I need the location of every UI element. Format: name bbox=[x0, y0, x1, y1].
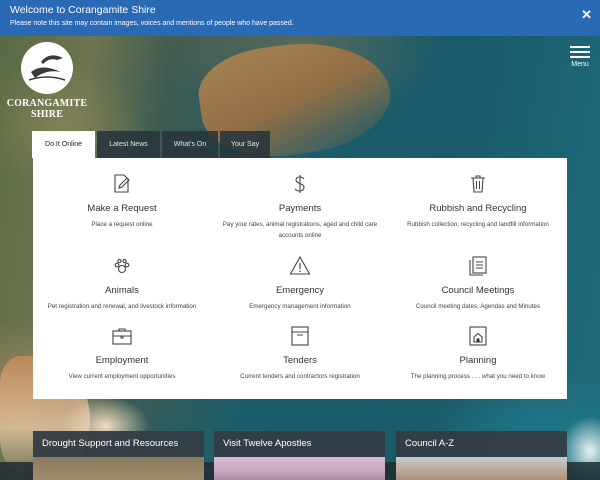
service-employment[interactable]: Employment View current employment oppor… bbox=[33, 324, 211, 382]
tile-drought-support[interactable]: Drought Support and Resources bbox=[33, 431, 204, 480]
edit-document-icon bbox=[114, 174, 130, 193]
service-tenders[interactable]: Tenders Current tenders and contractors … bbox=[211, 324, 389, 382]
tile-title: Council A-Z bbox=[396, 431, 567, 457]
briefcase-icon bbox=[112, 328, 132, 345]
warning-icon bbox=[289, 255, 311, 275]
tile-council-a-z[interactable]: Council A-Z bbox=[396, 431, 567, 480]
service-desc: The planning process . . . what you need… bbox=[410, 373, 546, 380]
logo-emblem bbox=[21, 42, 73, 94]
site-logo[interactable]: CORANGAMITE SHIRE bbox=[2, 42, 92, 120]
menu-button[interactable]: Menu bbox=[570, 46, 590, 68]
tile-image bbox=[33, 457, 204, 480]
tile-image bbox=[396, 457, 567, 480]
tab-do-it-online[interactable]: Do It Online bbox=[32, 131, 95, 158]
service-desc: Current tenders and contractors registra… bbox=[240, 373, 360, 380]
tab-whats-on[interactable]: What's On bbox=[162, 131, 218, 158]
service-title: Rubbish and Recycling bbox=[429, 203, 527, 214]
service-rubbish-recycling[interactable]: Rubbish and Recycling Rubbish collection… bbox=[389, 172, 567, 230]
service-title: Make a Request bbox=[87, 203, 157, 214]
notice-title: Welcome to Corangamite Shire bbox=[10, 4, 156, 16]
tender-box-icon bbox=[291, 326, 309, 346]
service-desc: Emergency management information bbox=[249, 303, 351, 310]
service-desc: View current employment opportunities bbox=[68, 373, 176, 380]
service-desc: Pet registration and renewal, and livest… bbox=[47, 303, 197, 310]
service-title: Planning bbox=[459, 355, 497, 366]
service-desc: Place a request online bbox=[91, 221, 153, 228]
notice-text: Please note this site may contain images… bbox=[10, 20, 294, 27]
hamburger-icon bbox=[570, 46, 590, 58]
service-title: Emergency bbox=[275, 285, 325, 296]
service-make-a-request[interactable]: Make a Request Place a request online bbox=[33, 172, 211, 230]
service-desc: Council meeting dates, Agendas and Minut… bbox=[415, 303, 541, 310]
logo-wordmark: CORANGAMITE SHIRE bbox=[2, 98, 92, 120]
services-panel: Make a Request Place a request online Pa… bbox=[33, 158, 567, 399]
service-desc: Rubbish collection, recycling and landfi… bbox=[407, 221, 549, 228]
tile-title: Visit Twelve Apostles bbox=[214, 431, 385, 457]
documents-icon bbox=[469, 256, 487, 276]
service-title: Animals bbox=[105, 285, 139, 296]
tile-image bbox=[214, 457, 385, 480]
dollar-icon bbox=[294, 175, 305, 193]
notice-banner: Welcome to Corangamite Shire Please note… bbox=[0, 0, 600, 36]
service-payments[interactable]: Payments Pay your rates, animal registra… bbox=[211, 172, 389, 241]
bird-wave-icon bbox=[28, 55, 66, 81]
tile-title: Drought Support and Resources bbox=[33, 431, 204, 457]
service-title: Payments bbox=[278, 203, 322, 214]
tile-twelve-apostles[interactable]: Visit Twelve Apostles bbox=[214, 431, 385, 480]
logo-line-2: SHIRE bbox=[30, 109, 64, 120]
paw-icon bbox=[114, 258, 130, 274]
close-icon[interactable]: ✕ bbox=[581, 7, 592, 23]
services-grid: Make a Request Place a request online Pa… bbox=[33, 158, 567, 399]
service-animals[interactable]: Animals Pet registration and renewal, an… bbox=[33, 254, 211, 312]
service-title: Tenders bbox=[283, 355, 317, 366]
service-title: Employment bbox=[95, 355, 149, 366]
menu-label: Menu bbox=[571, 61, 589, 68]
service-emergency[interactable]: Emergency Emergency management informati… bbox=[211, 254, 389, 312]
service-planning[interactable]: Planning The planning process . . . what… bbox=[389, 324, 567, 382]
logo-line-1: CORANGAMITE bbox=[6, 98, 88, 109]
service-desc: Pay your rates, animal registrations, ag… bbox=[222, 221, 378, 239]
service-title: Council Meetings bbox=[441, 285, 515, 296]
tab-latest-news[interactable]: Latest News bbox=[97, 131, 160, 158]
service-council-meetings[interactable]: Council Meetings Council meeting dates, … bbox=[389, 254, 567, 312]
service-tabs: Do It Online Latest News What's On Your … bbox=[32, 131, 272, 158]
house-plan-icon bbox=[469, 326, 487, 346]
bin-icon bbox=[471, 175, 485, 193]
tab-your-say[interactable]: Your Say bbox=[220, 131, 270, 158]
